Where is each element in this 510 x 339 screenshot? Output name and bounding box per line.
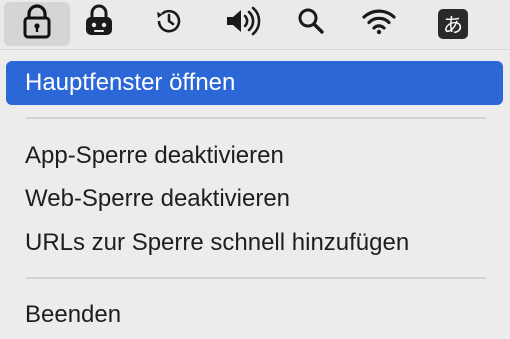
menu-item-quick-add-urls[interactable]: URLs zur Sperre schnell hinzufügen [6,221,503,265]
input-source-menu-extra[interactable]: あ [432,0,474,47]
menu-bar: あ [0,0,510,47]
menu-item-quit[interactable]: Beenden [6,293,503,337]
wifi-menu-extra[interactable] [358,0,400,47]
wifi-icon [362,7,396,40]
app-lock-menu-extra[interactable] [4,2,70,46]
volume-menu-extra[interactable] [222,0,264,47]
menu-item-label: Web-Sperre deaktivieren [25,185,291,212]
menu-item-open-main-window[interactable]: Hauptfenster öffnen [6,61,503,105]
robot-lock-menu-extra[interactable] [78,0,120,47]
menu-separator [26,277,486,279]
time-machine-menu-extra[interactable] [148,0,190,47]
time-machine-icon [154,6,184,41]
volume-icon [224,6,262,41]
menu-item-disable-web-block[interactable]: Web-Sperre deaktivieren [6,177,503,221]
lock-icon [22,3,52,45]
menu-separator [26,117,486,119]
menu-item-label: Hauptfenster öffnen [25,69,236,96]
menu-item-disable-app-block[interactable]: App-Sperre deaktivieren [6,134,503,178]
menu-item-label: App-Sperre deaktivieren [25,142,284,169]
search-icon [297,7,325,40]
status-menu: Hauptfenster öffnen App-Sperre deaktivie… [0,49,510,339]
menu-item-label: Beenden [25,301,122,328]
input-source-icon: あ [438,8,468,39]
spotlight-menu-extra[interactable] [290,0,332,47]
robot-lock-icon [83,4,115,43]
menu-item-label: URLs zur Sperre schnell hinzufügen [25,229,410,256]
